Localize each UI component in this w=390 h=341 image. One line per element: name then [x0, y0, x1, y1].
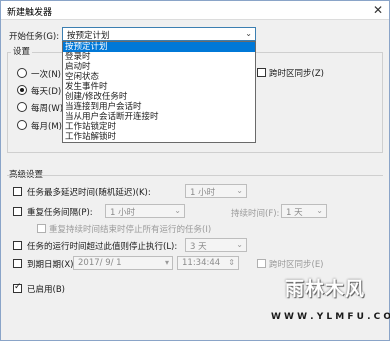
- repeat-interval-select[interactable]: 1 小时 ⌄: [105, 204, 185, 218]
- expire-date-picker[interactable]: 2017/ 9/ 1 ▾: [73, 256, 173, 270]
- expire-time-field[interactable]: 11:34:44 ⇕: [177, 256, 239, 270]
- advanced-settings-title: 高级设置: [9, 170, 44, 180]
- radio-once-label: 一次(N): [31, 70, 61, 80]
- radio-monthly[interactable]: [17, 120, 27, 130]
- chevron-down-icon: ⌄: [236, 240, 243, 249]
- radio-daily[interactable]: [17, 85, 27, 95]
- dropdown-option[interactable]: 创建/修改任务时: [63, 92, 255, 102]
- begin-task-select[interactable]: 按预定计划 ⌄: [62, 27, 256, 41]
- new-trigger-dialog: 新建触发器 ✕ 开始任务(G): 按预定计划 ⌄ 设置 一次(N) 每天(D) …: [0, 0, 390, 341]
- stop-longer-select[interactable]: 3 天 ⌄: [185, 238, 247, 252]
- begin-task-dropdown-list: 按预定计划 登录时 启动时 空闲状态 发生事件时 创建/修改任务时 当连接到用户…: [62, 41, 256, 143]
- radio-daily-label: 每天(D): [31, 87, 62, 97]
- enabled-label: 已启用(B): [27, 285, 65, 295]
- expire-label: 到期日期(X):: [27, 260, 77, 270]
- title-bar: 新建触发器 ✕: [1, 1, 389, 20]
- dropdown-option[interactable]: 发生事件时: [63, 82, 255, 92]
- window-title: 新建触发器: [7, 8, 53, 18]
- enabled-checkbox[interactable]: [13, 282, 22, 293]
- stop-all-label: 重复持续时间结束时停止所有运行的任务(I): [49, 225, 212, 235]
- dropdown-option[interactable]: 登录时: [63, 52, 255, 62]
- stop-longer-checkbox[interactable]: [13, 241, 22, 250]
- watermark-url: W W W . Y L M F U . C O M: [271, 312, 390, 322]
- chevron-down-icon: ⌄: [245, 29, 252, 38]
- repeat-label: 重复任务间隔(P):: [27, 208, 93, 218]
- chevron-down-icon: ⌄: [174, 206, 181, 215]
- sync-timezone-label: 跨时区同步(Z): [269, 69, 324, 79]
- stop-all-checkbox[interactable]: [37, 224, 46, 233]
- stop-longer-label: 任务的运行时间超过此值则停止执行(L):: [27, 242, 178, 252]
- delay-select[interactable]: 1 小时 ⌄: [185, 184, 247, 198]
- chevron-down-icon: ⌄: [236, 186, 243, 195]
- sync-timezone-checkbox[interactable]: [257, 68, 266, 77]
- begin-task-label: 开始任务(G):: [9, 32, 60, 42]
- expire-checkbox[interactable]: [13, 259, 22, 268]
- close-icon[interactable]: ✕: [373, 3, 383, 17]
- delay-label: 任务最多延迟时间(随机延迟)(K):: [27, 188, 151, 198]
- expire-date-value: 2017/ 9/ 1: [78, 258, 122, 268]
- dropdown-option[interactable]: 工作站锁定时: [63, 122, 255, 132]
- repeat-duration-value: 1 天: [286, 208, 303, 218]
- watermark-logo: 雨林木风 W W W . Y L M F U . C O M: [265, 272, 390, 334]
- repeat-duration-label: 持续时间(F):: [231, 209, 280, 219]
- dropdown-option[interactable]: 当连接到用户会话时: [63, 102, 255, 112]
- watermark-brand: 雨林木风: [285, 278, 366, 300]
- expire-sync-timezone-label: 跨时区同步(E): [269, 260, 324, 270]
- advanced-settings-divider: [7, 175, 383, 176]
- expire-time-value: 11:34:44: [182, 258, 221, 268]
- dropdown-option[interactable]: 工作站解锁时: [63, 132, 255, 142]
- dropdown-option[interactable]: 按预定计划: [63, 42, 255, 52]
- repeat-duration-select[interactable]: 1 天 ⌄: [281, 204, 327, 218]
- dropdown-option[interactable]: 空闲状态: [63, 72, 255, 82]
- repeat-checkbox[interactable]: [13, 207, 22, 216]
- radio-weekly[interactable]: [17, 102, 27, 112]
- chevron-down-icon: ⌄: [316, 206, 323, 215]
- radio-weekly-label: 每周(W): [31, 104, 64, 114]
- repeat-interval-value: 1 小时: [110, 208, 136, 218]
- delay-checkbox[interactable]: [13, 187, 22, 196]
- begin-task-value: 按预定计划: [67, 31, 110, 41]
- radio-once[interactable]: [17, 68, 27, 78]
- dropdown-option[interactable]: 当从用户会话断开连接时: [63, 112, 255, 122]
- settings-group-title: 设置: [11, 45, 33, 57]
- dropdown-option[interactable]: 启动时: [63, 62, 255, 72]
- delay-value: 1 小时: [190, 188, 216, 198]
- calendar-dropdown-icon: ▾: [164, 258, 169, 267]
- spinner-icon: ⇕: [228, 258, 235, 267]
- expire-sync-timezone-checkbox[interactable]: [257, 259, 266, 268]
- stop-longer-value: 3 天: [190, 242, 207, 252]
- radio-monthly-label: 每月(M): [31, 122, 62, 132]
